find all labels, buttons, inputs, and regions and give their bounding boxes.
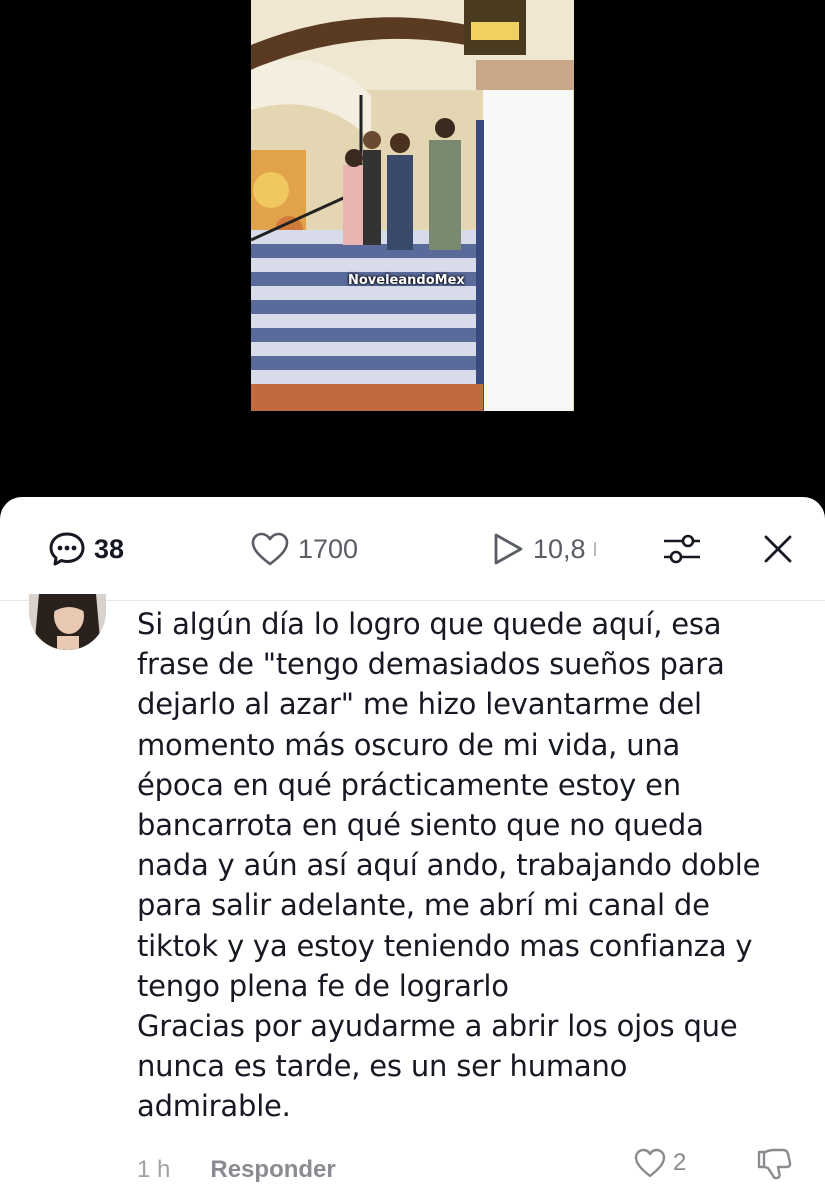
video-watermark: NoveleandoMex <box>348 273 465 288</box>
overflow-fade <box>593 542 596 556</box>
comment-line: nada y aún así aquí ando, trabajando dob… <box>137 848 761 883</box>
comment-dislike-button[interactable] <box>755 1147 793 1186</box>
comment-line: para salir adelante, me abrí mi canal de <box>137 888 710 923</box>
video-scene-image <box>251 0 574 411</box>
filter-button[interactable] <box>662 527 702 571</box>
comment-line: admirable. <box>137 1089 291 1124</box>
video-thumbnail[interactable]: NoveleandoMex <box>251 0 574 411</box>
like-button[interactable]: 1700 <box>250 527 358 571</box>
comment-line: Gracias por ayudarme a abrir los ojos qu… <box>137 1009 738 1044</box>
likes-count: 1700 <box>298 533 359 564</box>
comment-line: nunca es tarde, es un ser humano <box>137 1049 628 1084</box>
comment-line: bancarrota en qué siento que no queda <box>137 808 704 843</box>
filter-sliders-icon <box>664 534 700 564</box>
comments-toolbar: 38 1700 10,8 <box>0 497 825 601</box>
views-count: 10,8 <box>533 533 586 564</box>
comment-time: 1 h <box>137 1156 171 1183</box>
comment-line: Si algún día lo logro que quede aquí, es… <box>137 607 722 641</box>
close-icon <box>764 535 792 563</box>
comment-like-count: 2 <box>673 1149 687 1176</box>
comment-line: momento más oscuro de mi vida, una <box>137 727 681 762</box>
comment-line: dejarlo al azar" me hizo levantarme del <box>137 687 702 722</box>
comment-line: tiktok y ya estoy teniendo mas confianza… <box>137 928 753 963</box>
comments-button[interactable]: 38 <box>48 527 124 571</box>
close-button[interactable] <box>762 527 794 571</box>
heart-icon <box>634 1148 666 1178</box>
heart-icon <box>251 532 289 566</box>
comment-text: Si algún día lo logro que quede aquí, es… <box>137 604 797 1127</box>
comment-like-button[interactable]: 2 <box>633 1147 686 1179</box>
comment-line: época en qué prácticamente estoy en <box>137 767 681 802</box>
views-indicator[interactable]: 10,8 <box>491 527 596 571</box>
comment-line: frase de "tengo demasiados sueños para <box>137 647 725 682</box>
reply-button[interactable]: Responder <box>210 1156 335 1184</box>
comments-count: 38 <box>94 533 125 564</box>
commenter-avatar[interactable] <box>29 594 106 650</box>
comments-sheet: 38 1700 10,8 Si algún día lo logro que q… <box>0 497 825 1199</box>
avatar-image <box>29 594 106 650</box>
thumbs-down-icon <box>757 1148 792 1180</box>
video-area[interactable]: NoveleandoMex <box>0 0 825 520</box>
comment-line: tengo plena fe de lograrlo <box>137 968 509 1003</box>
comment-icon <box>49 532 85 566</box>
play-icon <box>494 533 523 565</box>
comment-meta: 1 h Responder <box>137 1155 336 1185</box>
